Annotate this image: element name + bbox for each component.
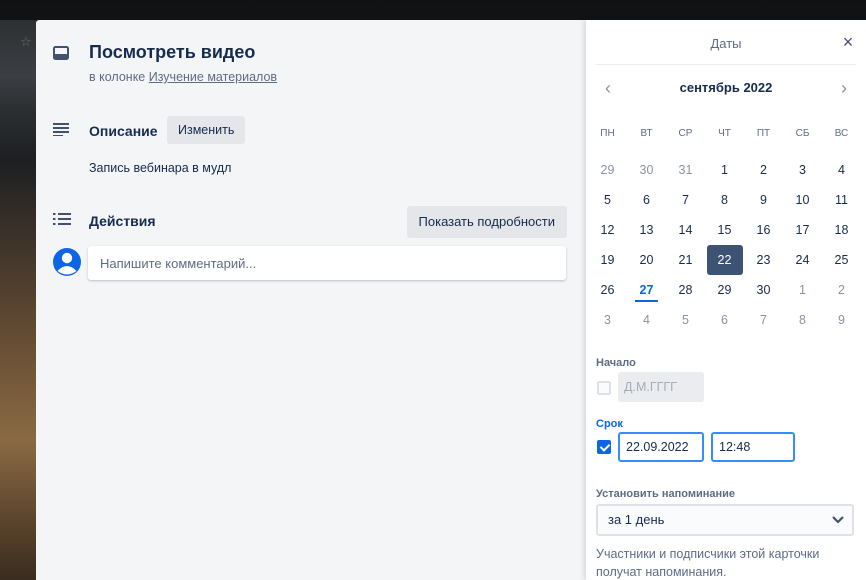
calendar-week-row: 12 13 14 15 16 17 18 <box>588 215 861 245</box>
card-title[interactable]: Посмотреть видео <box>89 42 255 63</box>
in-list-prefix: в колонке <box>89 70 146 84</box>
start-date-input[interactable] <box>618 372 704 402</box>
star-icon[interactable]: ☆ <box>20 34 32 50</box>
calendar-day[interactable]: 3 <box>783 155 822 185</box>
calendar-day[interactable]: 14 <box>666 215 705 245</box>
weekday-label: ПН <box>600 128 615 139</box>
calendar-day[interactable]: 30 <box>744 275 783 305</box>
calendar-week-row: 3456789 <box>588 305 861 335</box>
calendar-week-row: 5 6 7 8 9 10 11 <box>588 185 861 215</box>
calendar-day[interactable]: 7 <box>666 185 705 215</box>
description-text[interactable]: Запись вебинара в мудл <box>89 161 231 175</box>
calendar-day[interactable]: 24 <box>783 245 822 275</box>
card-list-info: в колонке Изучение материалов <box>89 70 277 84</box>
calendar-day[interactable]: 13 <box>627 215 666 245</box>
user-avatar-icon[interactable] <box>52 247 82 277</box>
due-time-input[interactable] <box>711 432 795 462</box>
edit-description-button[interactable]: Изменить <box>167 116 246 144</box>
weekday-header: ПН ВТ СР ЧТ ПТ СБ ВС <box>588 128 861 139</box>
calendar-day[interactable]: 16 <box>744 215 783 245</box>
calendar-week-row: 29 30 31 1 2 3 4 <box>588 155 861 185</box>
calendar-day[interactable]: 7 <box>744 305 783 335</box>
calendar-day[interactable]: 4 <box>822 155 861 185</box>
start-date-checkbox[interactable] <box>597 381 611 395</box>
calendar-day[interactable]: 2 <box>822 275 861 305</box>
calendar-day[interactable]: 1 <box>783 275 822 305</box>
weekday-label: ВС <box>834 128 849 139</box>
weekday-label: ВТ <box>640 128 653 139</box>
chevron-down-icon <box>832 516 844 524</box>
calendar-day[interactable]: 30 <box>627 155 666 185</box>
calendar-day[interactable]: 6 <box>705 305 744 335</box>
start-date-label: Начало <box>596 357 636 369</box>
calendar-day[interactable]: 21 <box>666 245 705 275</box>
reminder-label: Установить напоминание <box>596 488 736 500</box>
calendar-grid: 29 30 31 1 2 3 4 5 6 7 8 9 10 11 12 13 14 15 16 17 18 19 20 21 2… <box>588 155 861 335</box>
calendar-day[interactable]: 25 <box>822 245 861 275</box>
calendar-week-row: 26 27 28 29 30 1 2 <box>588 275 861 305</box>
calendar-day[interactable]: 23 <box>744 245 783 275</box>
due-date-checkbox[interactable] <box>597 440 611 454</box>
card-icon <box>53 46 69 60</box>
description-icon <box>53 123 69 136</box>
show-details-button[interactable]: Показать подробности <box>406 206 567 238</box>
calendar-day[interactable]: 31 <box>666 155 705 185</box>
calendar-day[interactable]: 18 <box>822 215 861 245</box>
reminder-select[interactable]: за 1 день <box>596 504 854 536</box>
next-month-icon[interactable]: › <box>832 76 856 100</box>
close-icon[interactable]: × <box>836 30 860 54</box>
activity-heading: Действия <box>89 213 156 229</box>
activity-icon <box>53 213 71 225</box>
calendar-day[interactable]: 29 <box>588 155 627 185</box>
dates-popover: Даты × ‹ сентябрь 2022 › ПН ВТ СР ЧТ ПТ … <box>586 20 866 580</box>
comment-input[interactable] <box>88 246 566 280</box>
calendar-week-row: 19 20 21 22 23 24 25 <box>588 245 861 275</box>
calendar-day[interactable]: 15 <box>705 215 744 245</box>
calendar-day[interactable]: 2 <box>744 155 783 185</box>
calendar-day[interactable]: 8 <box>705 185 744 215</box>
calendar-day[interactable]: 20 <box>627 245 666 275</box>
calendar-day[interactable]: 3 <box>588 305 627 335</box>
due-date-label: Срок <box>596 418 623 430</box>
calendar-day[interactable]: 19 <box>588 245 627 275</box>
calendar-day[interactable]: 27 <box>627 275 666 305</box>
calendar-day[interactable]: 9 <box>744 185 783 215</box>
weekday-label: СБ <box>795 128 810 139</box>
calendar-day[interactable]: 17 <box>783 215 822 245</box>
due-date-input[interactable] <box>618 432 704 462</box>
calendar-day[interactable]: 12 <box>588 215 627 245</box>
calendar-day[interactable]: 22 <box>706 245 743 275</box>
description-heading: Описание <box>89 123 158 139</box>
calendar-day[interactable]: 5 <box>588 185 627 215</box>
divider <box>596 64 856 65</box>
weekday-label: ЧТ <box>718 128 731 139</box>
calendar-day[interactable]: 28 <box>666 275 705 305</box>
list-name-link[interactable]: Изучение материалов <box>149 70 277 84</box>
calendar-day[interactable]: 1 <box>705 155 744 185</box>
dates-popover-title: Даты <box>710 36 742 51</box>
calendar-day[interactable]: 10 <box>783 185 822 215</box>
month-label: сентябрь 2022 <box>679 80 773 95</box>
calendar-day[interactable]: 8 <box>783 305 822 335</box>
calendar-day[interactable]: 4 <box>627 305 666 335</box>
calendar-day[interactable]: 29 <box>705 275 744 305</box>
reminder-note: Участники и подписчики этой карточки пол… <box>596 547 820 579</box>
board-background-strip <box>0 20 36 580</box>
reminder-value: за 1 день <box>608 512 665 527</box>
calendar-day[interactable]: 9 <box>822 305 861 335</box>
calendar-day[interactable]: 11 <box>822 185 861 215</box>
calendar-day[interactable]: 26 <box>588 275 627 305</box>
weekday-label: СР <box>678 128 693 139</box>
card-dialog: Посмотреть видео в колонке Изучение мате… <box>36 20 586 580</box>
weekday-label: ПТ <box>756 128 771 139</box>
calendar-day[interactable]: 6 <box>627 185 666 215</box>
calendar-day[interactable]: 5 <box>666 305 705 335</box>
